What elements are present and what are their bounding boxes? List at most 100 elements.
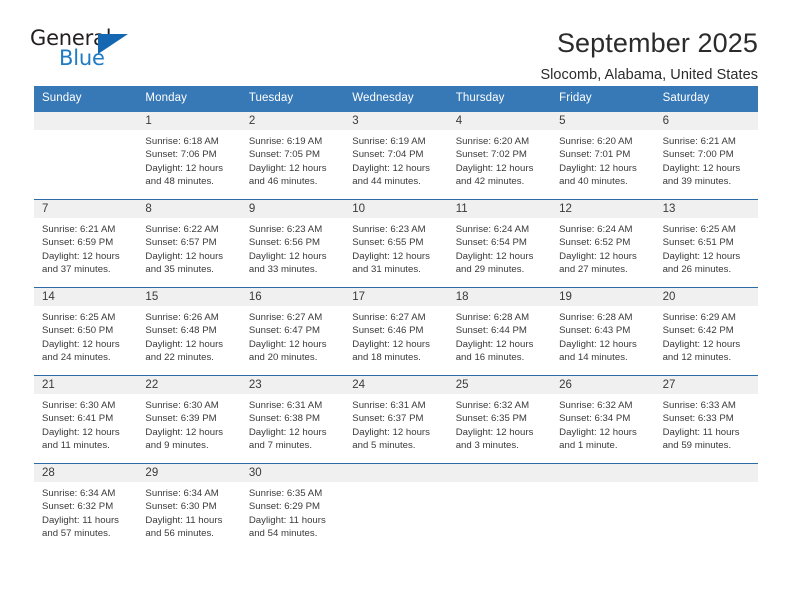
sunset-text: Sunset: 6:29 PM: [248, 501, 321, 513]
sunrise-text: Sunrise: 6:22 AM: [145, 223, 219, 235]
day-details: Sunrise: 6:35 AM Sunset: 6:29 PM Daylight:…: [241, 482, 344, 541]
day-number: 11: [447, 199, 552, 218]
calendar-page: General Blue September 2025 Slocomb, Ala…: [0, 0, 792, 612]
daylight-text-line1: Daylight: 12 hours: [559, 426, 637, 438]
day-cell[interactable]: 17 Sunrise: 6:27 AM Sunset: 6:46 PM Dayligh…: [344, 287, 448, 375]
page-header: General Blue September 2025 Slocomb, Ala…: [0, 0, 792, 83]
daylight-text-line1: Daylight: 11 hours: [248, 514, 326, 526]
day-cell[interactable]: 13 Sunrise: 6:25 AM Sunset: 6:51 PM Dayligh…: [654, 199, 758, 287]
weekday-header-saturday: Saturday: [662, 92, 710, 104]
daylight-text-line1: Daylight: 12 hours: [145, 338, 224, 350]
generalblue-logo[interactable]: General Blue: [30, 26, 136, 74]
sunrise-text: Sunrise: 6:20 AM: [559, 135, 633, 147]
day-details: Sunrise: 6:24 AM Sunset: 6:54 PM Daylight:…: [448, 218, 551, 277]
daylight-text-line2: and 31 minutes.: [352, 264, 421, 276]
sunrise-text: Sunrise: 6:28 AM: [455, 311, 530, 323]
day-number: 16: [240, 287, 345, 306]
day-cell-empty: [344, 463, 448, 551]
weekday-header-monday: Monday: [145, 92, 187, 104]
sunrise-text: Sunrise: 6:26 AM: [145, 311, 219, 323]
day-cell[interactable]: 25 Sunrise: 6:32 AM Sunset: 6:35 PM Dayligh…: [447, 375, 552, 463]
page-title: September 2025: [556, 28, 758, 58]
day-cell[interactable]: 3 Sunrise: 6:19 AM Sunset: 7:04 PM Daylight…: [344, 111, 448, 199]
daylight-text-line1: Daylight: 12 hours: [662, 250, 741, 262]
day-cell[interactable]: 19 Sunrise: 6:28 AM Sunset: 6:43 PM Dayligh…: [551, 287, 655, 375]
day-number: 1: [137, 111, 241, 130]
sunrise-text: Sunrise: 6:25 AM: [662, 223, 736, 235]
day-cell[interactable]: 15 Sunrise: 6:26 AM Sunset: 6:48 PM Dayligh…: [137, 287, 241, 375]
day-cell[interactable]: 24 Sunrise: 6:31 AM Sunset: 6:37 PM Dayligh…: [344, 375, 448, 463]
day-cell[interactable]: 10 Sunrise: 6:23 AM Sunset: 6:55 PM Dayligh…: [344, 199, 448, 287]
daylight-text-line1: Daylight: 12 hours: [352, 162, 430, 174]
day-details: Sunrise: 6:32 AM Sunset: 6:34 PM Daylight:…: [551, 394, 654, 453]
sunrise-text: Sunrise: 6:32 AM: [455, 399, 530, 411]
sunrise-text: Sunrise: 6:24 AM: [559, 223, 633, 235]
daylight-text-line2: and 39 minutes.: [662, 176, 732, 188]
day-cell[interactable]: 11 Sunrise: 6:24 AM Sunset: 6:54 PM Dayligh…: [447, 199, 552, 287]
daylight-text-line1: Daylight: 12 hours: [352, 426, 430, 438]
calendar-grid: Sunday Monday Tuesday Wednesday Thursday Frid…: [34, 86, 758, 551]
day-cell[interactable]: 9 Sunrise: 6:23 AM Sunset: 6:56 PM Daylight…: [240, 199, 345, 287]
sunset-text: Sunset: 6:38 PM: [248, 413, 321, 425]
sunrise-text: Sunrise: 6:25 AM: [42, 311, 116, 323]
sunset-text: Sunset: 6:34 PM: [559, 413, 631, 425]
day-cell[interactable]: 22 Sunrise: 6:30 AM Sunset: 6:39 PM Dayligh…: [137, 375, 241, 463]
day-cell[interactable]: 30 Sunrise: 6:35 AM Sunset: 6:29 PM Dayligh…: [240, 463, 345, 551]
daylight-text-line1: Daylight: 12 hours: [145, 162, 224, 174]
sunrise-text: Sunrise: 6:20 AM: [455, 135, 530, 147]
sunset-text: Sunset: 6:46 PM: [352, 325, 424, 337]
day-cell[interactable]: 27 Sunrise: 6:33 AM Sunset: 6:33 PM Dayligh…: [654, 375, 758, 463]
daylight-text-line2: and 56 minutes.: [145, 528, 214, 540]
daylight-text-line2: and 24 minutes.: [42, 352, 111, 364]
sunset-text: Sunset: 6:37 PM: [352, 413, 424, 425]
daylight-text-line1: Daylight: 12 hours: [455, 162, 534, 174]
day-cell[interactable]: 2 Sunrise: 6:19 AM Sunset: 7:05 PM Daylight…: [240, 111, 345, 199]
day-details: Sunrise: 6:21 AM Sunset: 7:00 PM Daylight:…: [655, 130, 758, 189]
day-details: Sunrise: 6:23 AM Sunset: 6:56 PM Daylight:…: [241, 218, 344, 277]
sunrise-text: Sunrise: 6:27 AM: [248, 311, 323, 323]
day-details: Sunrise: 6:30 AM Sunset: 6:39 PM Daylight:…: [137, 394, 240, 453]
weekday-header-thursday: Thursday: [455, 92, 505, 104]
daylight-text-line1: Daylight: 12 hours: [42, 250, 120, 262]
daylight-text-line2: and 20 minutes.: [248, 352, 318, 364]
sunrise-text: Sunrise: 6:30 AM: [42, 399, 116, 411]
day-cell[interactable]: 26 Sunrise: 6:32 AM Sunset: 6:34 PM Dayligh…: [551, 375, 655, 463]
day-cell[interactable]: 20 Sunrise: 6:29 AM Sunset: 6:42 PM Dayligh…: [654, 287, 758, 375]
day-number: 23: [240, 375, 345, 394]
day-number: [34, 111, 138, 130]
day-cell[interactable]: 5 Sunrise: 6:20 AM Sunset: 7:01 PM Daylight…: [551, 111, 655, 199]
daylight-text-line2: and 11 minutes.: [42, 440, 110, 452]
day-cell[interactable]: 6 Sunrise: 6:21 AM Sunset: 7:00 PM Daylight…: [654, 111, 758, 199]
day-cell[interactable]: 21 Sunrise: 6:30 AM Sunset: 6:41 PM Dayligh…: [34, 375, 138, 463]
sunrise-text: Sunrise: 6:28 AM: [559, 311, 633, 323]
sunset-text: Sunset: 7:01 PM: [559, 149, 631, 161]
day-cell[interactable]: 29 Sunrise: 6:34 AM Sunset: 6:30 PM Dayligh…: [137, 463, 241, 551]
day-cell[interactable]: 1 Sunrise: 6:18 AM Sunset: 7:06 PM Daylight…: [137, 111, 241, 199]
daylight-text-line2: and 37 minutes.: [42, 264, 111, 276]
day-number: 22: [137, 375, 241, 394]
day-cell[interactable]: 8 Sunrise: 6:22 AM Sunset: 6:57 PM Daylight…: [137, 199, 241, 287]
daylight-text-line1: Daylight: 12 hours: [455, 338, 534, 350]
day-cell[interactable]: 4 Sunrise: 6:20 AM Sunset: 7:02 PM Daylight…: [447, 111, 552, 199]
day-cell[interactable]: 7 Sunrise: 6:21 AM Sunset: 6:59 PM Daylight…: [34, 199, 138, 287]
week-row: 7 Sunrise: 6:21 AM Sunset: 6:59 PM Daylight…: [34, 198, 758, 287]
day-number: 18: [447, 287, 552, 306]
sunset-text: Sunset: 7:04 PM: [352, 149, 424, 161]
day-details: Sunrise: 6:24 AM Sunset: 6:52 PM Daylight:…: [551, 218, 654, 277]
day-details: Sunrise: 6:25 AM Sunset: 6:51 PM Daylight:…: [655, 218, 758, 277]
day-cell[interactable]: 18 Sunrise: 6:28 AM Sunset: 6:44 PM Dayligh…: [447, 287, 552, 375]
weekday-header-tuesday: Tuesday: [248, 92, 294, 104]
sunrise-text: Sunrise: 6:19 AM: [352, 135, 426, 147]
day-cell[interactable]: 14 Sunrise: 6:25 AM Sunset: 6:50 PM Dayligh…: [34, 287, 138, 375]
day-details: Sunrise: 6:32 AM Sunset: 6:35 PM Daylight:…: [448, 394, 551, 453]
day-cell[interactable]: 12 Sunrise: 6:24 AM Sunset: 6:52 PM Dayligh…: [551, 199, 655, 287]
day-number: [654, 463, 758, 482]
daylight-text-line1: Daylight: 11 hours: [42, 514, 119, 526]
sunrise-text: Sunrise: 6:34 AM: [42, 487, 116, 499]
day-details: Sunrise: 6:31 AM Sunset: 6:38 PM Daylight:…: [241, 394, 344, 453]
day-cell[interactable]: 28 Sunrise: 6:34 AM Sunset: 6:32 PM Dayligh…: [34, 463, 138, 551]
day-number: 7: [34, 199, 138, 218]
day-cell[interactable]: 23 Sunrise: 6:31 AM Sunset: 6:38 PM Dayligh…: [240, 375, 345, 463]
sunset-text: Sunset: 6:48 PM: [145, 325, 217, 337]
day-cell[interactable]: 16 Sunrise: 6:27 AM Sunset: 6:47 PM Dayligh…: [240, 287, 345, 375]
